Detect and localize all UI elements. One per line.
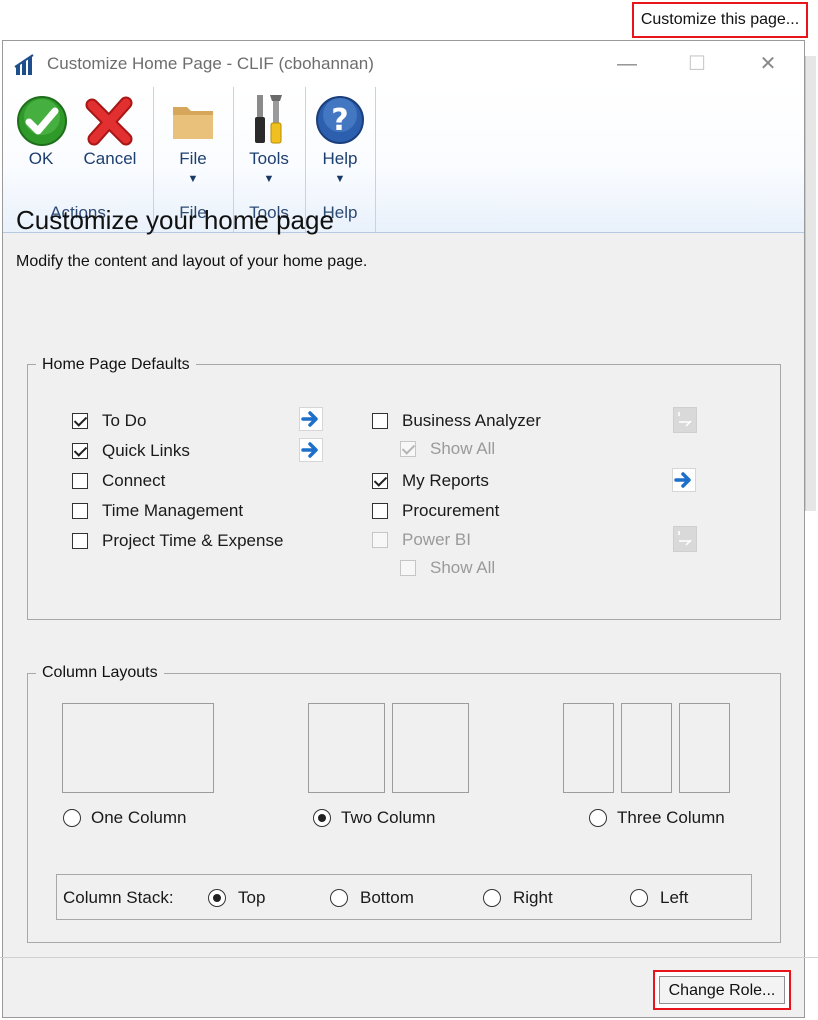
radio-button[interactable] xyxy=(63,809,81,827)
checkbox[interactable] xyxy=(372,413,388,429)
settings-disabled-icon xyxy=(678,531,692,546)
three-column-preview-3[interactable] xyxy=(679,703,730,793)
window-title: Customize Home Page - CLIF (cbohannan) xyxy=(47,54,374,73)
checkbox[interactable] xyxy=(400,441,416,457)
file-label: File xyxy=(179,149,207,168)
checkbox-label: Procurement xyxy=(402,501,500,520)
checkbox-label: Business Analyzer xyxy=(402,411,541,430)
radio-button[interactable] xyxy=(483,889,501,907)
radio-label: Bottom xyxy=(360,888,414,907)
column-stack-label: Column Stack: xyxy=(63,888,174,907)
checkbox[interactable] xyxy=(372,532,388,548)
radio-button[interactable] xyxy=(589,809,607,827)
tools-icon xyxy=(255,95,282,144)
three-column-preview-2[interactable] xyxy=(621,703,672,793)
checkbox-label: Power BI xyxy=(402,530,471,549)
customize-this-page-link[interactable]: Customize this page... xyxy=(632,2,808,38)
radio-button[interactable] xyxy=(630,889,648,907)
ok-label: OK xyxy=(28,149,54,168)
tools-dropdown-caret-icon: ▼ xyxy=(263,173,275,185)
radio-label: Three Column xyxy=(617,808,725,827)
ok-check-icon xyxy=(17,96,67,146)
checkbox-label: Project Time & Expense xyxy=(102,531,284,550)
help-button[interactable]: ? Help ▼ xyxy=(307,87,373,197)
title-bar: Customize Home Page - CLIF (cbohannan) —… xyxy=(3,41,804,87)
page-subtext: Modify the content and layout of your ho… xyxy=(16,253,368,270)
radio-label: Right xyxy=(513,888,553,907)
business-analyzer-settings-button[interactable] xyxy=(673,407,697,433)
checkbox[interactable] xyxy=(372,503,388,519)
two-column-preview-left[interactable] xyxy=(308,703,385,793)
my-reports-options-button[interactable] xyxy=(672,468,696,492)
checkbox-label: Time Management xyxy=(102,501,244,520)
arrow-right-icon xyxy=(674,472,691,488)
checkbox[interactable] xyxy=(72,473,88,489)
radio-label: Left xyxy=(660,888,689,907)
page-heading: Customize your home page xyxy=(16,205,334,235)
checkbox-label: My Reports xyxy=(402,471,489,490)
checkbox-label: Connect xyxy=(102,471,166,490)
cancel-label: Cancel xyxy=(83,149,137,168)
scrollbar-edge[interactable] xyxy=(805,56,816,511)
cancel-x-icon xyxy=(85,96,133,146)
arrow-right-icon xyxy=(301,442,318,458)
help-label: Help xyxy=(322,149,358,168)
maximize-button[interactable]: ☐ xyxy=(675,47,719,81)
close-button[interactable]: ✕ xyxy=(746,47,790,81)
app-logo-icon xyxy=(14,54,36,76)
cancel-button[interactable]: Cancel xyxy=(77,87,143,197)
tools-label: Tools xyxy=(249,149,289,168)
help-dropdown-caret-icon: ▼ xyxy=(334,173,346,185)
change-role-button[interactable]: Change Role... xyxy=(659,976,785,1004)
home-page-defaults-title: Home Page Defaults xyxy=(36,356,196,374)
checkbox[interactable] xyxy=(72,443,88,459)
quick-links-options-button[interactable] xyxy=(299,438,323,462)
ok-button[interactable]: OK xyxy=(9,87,73,197)
home-page-defaults-group xyxy=(27,364,781,620)
radio-label: Two Column xyxy=(341,808,436,827)
file-button[interactable]: File ▼ xyxy=(157,87,229,197)
to-do-options-button[interactable] xyxy=(299,407,323,431)
checkbox[interactable] xyxy=(372,473,388,489)
settings-disabled-icon xyxy=(678,412,692,427)
checkbox-label: To Do xyxy=(102,411,147,430)
footer-divider xyxy=(0,957,818,958)
checkbox[interactable] xyxy=(72,503,88,519)
radio-label: One Column xyxy=(91,808,187,827)
two-column-preview-right[interactable] xyxy=(392,703,469,793)
folder-icon xyxy=(173,107,213,139)
tools-button[interactable]: Tools ▼ xyxy=(235,87,303,197)
three-column-preview-1[interactable] xyxy=(563,703,614,793)
radio-button[interactable] xyxy=(313,809,331,827)
column-layouts-title: Column Layouts xyxy=(36,664,164,682)
radio-button[interactable] xyxy=(330,889,348,907)
checkbox-label: Show All xyxy=(430,558,496,577)
checkbox[interactable] xyxy=(72,533,88,549)
checkbox-label: Show All xyxy=(430,439,496,458)
checkbox[interactable] xyxy=(400,560,416,576)
one-column-preview[interactable] xyxy=(62,703,214,793)
radio-label: Top xyxy=(238,888,266,907)
checkbox-label: Quick Links xyxy=(102,441,190,460)
svg-text:?: ? xyxy=(331,103,348,138)
minimize-button[interactable]: — xyxy=(605,47,649,81)
power-bi-settings-button[interactable] xyxy=(673,526,697,552)
help-icon: ? xyxy=(316,96,364,144)
change-role-highlight: Change Role... xyxy=(653,970,791,1010)
file-dropdown-caret-icon: ▼ xyxy=(187,173,199,185)
radio-button[interactable] xyxy=(208,889,226,907)
checkbox[interactable] xyxy=(72,413,88,429)
arrow-right-icon xyxy=(301,411,318,427)
